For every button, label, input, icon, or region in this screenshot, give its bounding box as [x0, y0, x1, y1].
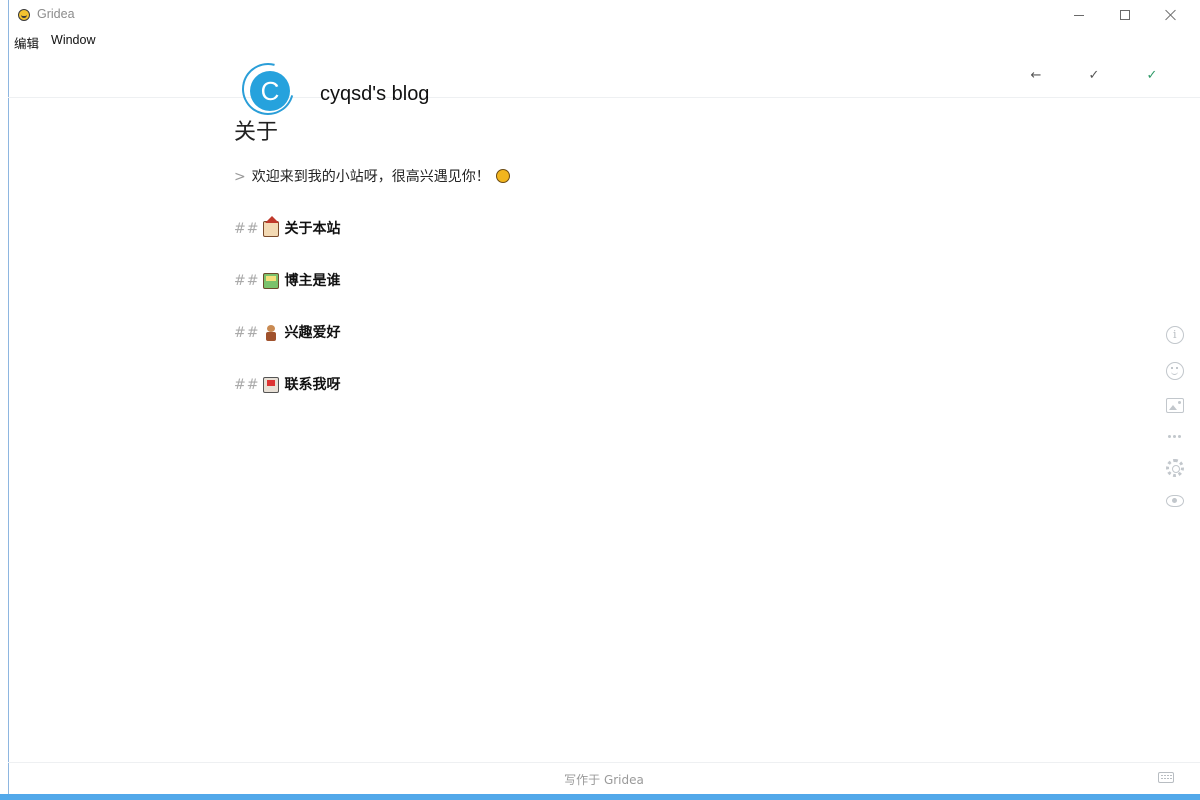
heading-text: 兴趣爱好	[284, 325, 341, 341]
settings-icon[interactable]	[1166, 459, 1184, 477]
heading-hash: ##	[234, 325, 260, 341]
quote-line: > 欢迎来到我的小站呀，很高兴遇见你！	[234, 166, 1054, 188]
menu-window[interactable]: Window	[45, 31, 101, 51]
yellow-heart-emoji	[495, 169, 510, 183]
emoji-icon[interactable]	[1166, 362, 1184, 380]
heading-text: 关于本站	[284, 221, 341, 237]
maximize-button[interactable]	[1102, 0, 1148, 30]
framed-picture-emoji	[263, 273, 280, 289]
title-bar: Gridea	[8, 0, 1200, 30]
preview-icon[interactable]	[1166, 495, 1184, 507]
save-draft-button[interactable]: ✓	[1084, 65, 1104, 85]
editor-header: ← ✓ ✓	[8, 51, 1200, 98]
mailbox-emoji	[263, 377, 280, 393]
heading-contact: ## 联系我呀	[234, 374, 1054, 396]
app-window: Gridea 编辑 Window ← ✓ ✓ C cyqsd's blog 关于	[0, 0, 1200, 794]
heading-hash: ##	[234, 221, 260, 237]
house-emoji	[263, 216, 280, 237]
heading-who-blogger: ## 博主是谁	[234, 270, 1054, 292]
image-icon[interactable]	[1166, 398, 1184, 413]
keyboard-icon[interactable]	[1158, 772, 1174, 783]
close-icon	[1165, 9, 1177, 21]
heading-hash: ##	[234, 377, 260, 393]
close-button[interactable]	[1148, 0, 1194, 30]
markdown-editor[interactable]: 关于 > 欢迎来到我的小站呀，很高兴遇见你！ ## 关于本站 ## 博主是谁 ##…	[234, 116, 1054, 396]
window-title: Gridea	[37, 7, 75, 21]
blog-logo: C	[232, 53, 304, 125]
blog-name: cyqsd's blog	[320, 83, 430, 105]
check-icon: ✓	[1088, 67, 1100, 83]
heading-hobbies: ## 兴趣爱好	[234, 322, 1054, 344]
minimize-button[interactable]	[1056, 0, 1102, 30]
more-icon[interactable]	[1166, 431, 1184, 441]
maximize-icon	[1120, 10, 1130, 20]
publish-button[interactable]: ✓	[1142, 65, 1162, 85]
heading-text: 博主是谁	[284, 273, 341, 289]
post-title[interactable]: 关于	[234, 116, 1054, 152]
footer-text: 写作于 Gridea	[564, 773, 644, 787]
quote-text: 欢迎来到我的小站呀，很高兴遇见你！	[251, 169, 490, 185]
menu-edit[interactable]: 编辑	[8, 31, 45, 51]
menu-bar: 编辑 Window	[8, 31, 101, 51]
editor-tool-rail	[1158, 326, 1192, 525]
minimize-icon	[1074, 14, 1084, 16]
heading-hash: ##	[234, 273, 260, 289]
arrow-left-icon: ←	[1030, 67, 1042, 83]
logo-letter: C	[250, 71, 290, 111]
status-footer: 写作于 Gridea	[8, 762, 1200, 794]
check-green-icon: ✓	[1146, 67, 1158, 83]
info-icon[interactable]	[1166, 326, 1184, 344]
gridea-app-icon	[18, 9, 30, 21]
heading-about-site: ## 关于本站	[234, 216, 1054, 240]
person-emoji	[263, 325, 279, 341]
back-button[interactable]: ←	[1026, 65, 1046, 85]
quote-marker: >	[234, 169, 246, 185]
heading-text: 联系我呀	[284, 377, 341, 393]
